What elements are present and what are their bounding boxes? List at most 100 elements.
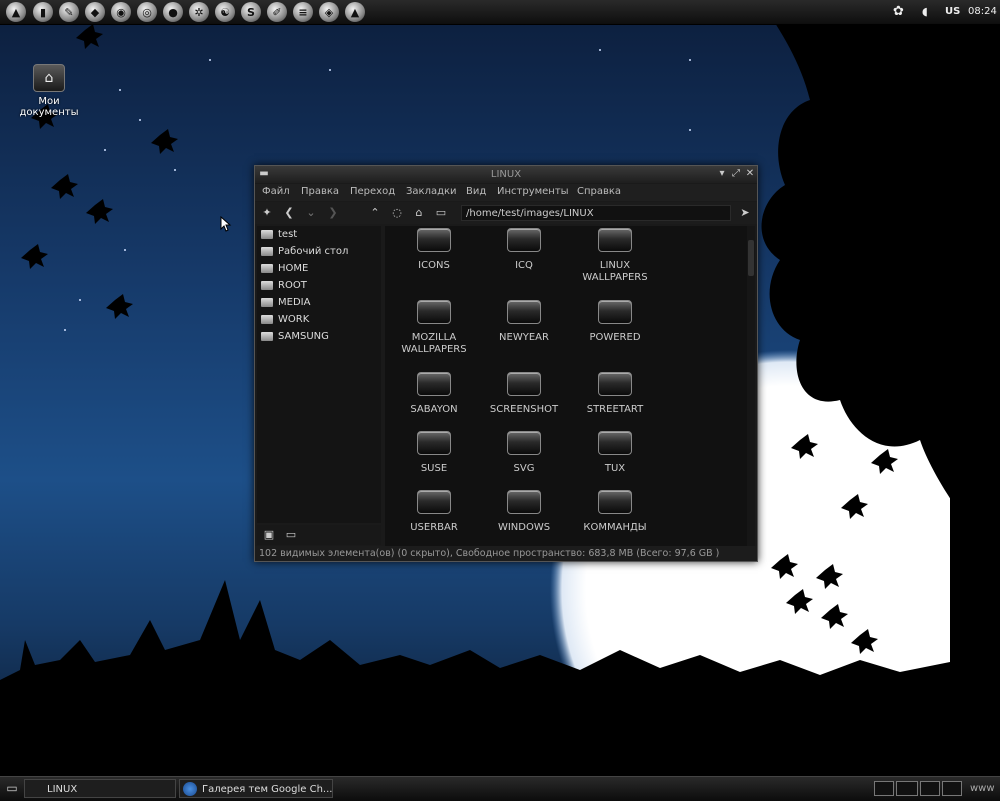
keyboard-layout-indicator[interactable]: US [945,0,960,24]
folder-item[interactable]: SVG [479,431,569,475]
sidebar-item-desktop[interactable]: Рабочий стол [261,244,348,260]
folder-icon [417,372,451,396]
menu-file[interactable]: Файл [262,186,290,197]
sidebar-item-media[interactable]: MEDIA [261,295,310,311]
skype-icon[interactable]: S [241,2,261,22]
sidebar-item-test[interactable]: test [261,227,297,243]
tree-view-icon[interactable]: ▭ [283,527,299,543]
show-desktop-icon[interactable]: ▭ [3,780,21,798]
places-view-icon[interactable]: ▣ [261,527,277,543]
home-icon [261,229,273,239]
go-icon[interactable]: ➤ [737,205,753,221]
sidebar-item-root[interactable]: ROOT [261,278,307,294]
desktop-icon-label: Мои документы [19,96,79,118]
chrome-icon[interactable]: ● [163,2,183,22]
folder-item[interactable]: ICQ [479,228,569,272]
folder-icon [507,372,541,396]
mouse-cursor [220,216,232,232]
menu-help[interactable]: Справка [577,186,621,197]
forward-icon[interactable]: ❯ [325,205,341,221]
folder-item[interactable]: POWERED [570,300,660,344]
drive-icon [261,314,273,324]
home-icon[interactable]: ⌂ [411,205,427,221]
workspace-3[interactable] [920,781,940,796]
mail-icon[interactable]: ≡ [293,2,313,22]
folder-label: ICONS [418,260,450,271]
folder-item[interactable]: MOZILLA WALLPAPERS [389,300,479,356]
menu-go[interactable]: Переход [350,186,395,197]
folder-item[interactable]: WINDOWS [479,490,569,534]
drive-icon [261,297,273,307]
folder-item[interactable]: NEWYEAR [479,300,569,344]
window-menu-icon[interactable]: ▬ [257,167,271,181]
eye-of-gnome-icon[interactable]: ◉ [111,2,131,22]
inkscape-icon[interactable]: ◆ [85,2,105,22]
window-title: LINUX [490,169,522,180]
sidebar-item-home[interactable]: HOME [261,261,308,277]
window-titlebar[interactable]: ▬ LINUX ▾ ⤢ ✕ [255,166,757,183]
file-manager-window: ▬ LINUX ▾ ⤢ ✕ Файл Правка Переход Заклад… [254,165,758,562]
folder-label: SUSE [420,463,448,474]
scrollbar-thumb[interactable] [748,240,754,276]
folder-item[interactable]: TUX [570,431,660,475]
folder-icon [417,300,451,324]
minimize-icon[interactable]: ▾ [715,167,729,181]
folder-item[interactable]: USERBAR [389,490,479,534]
new-tab-icon[interactable]: ✦ [259,205,275,221]
drive-icon [261,280,273,290]
folder-icon [507,228,541,252]
workspace-4[interactable] [942,781,962,796]
task-linux[interactable]: LINUX [24,779,176,798]
terminal-icon[interactable]: ▮ [33,2,53,22]
up-icon[interactable]: ⌃ [367,205,383,221]
volume-icon[interactable]: ◖ [922,0,928,24]
sidebar-item-work[interactable]: WORK [261,312,309,328]
folder-label: КОММАНДЫ [583,522,647,533]
notes-icon[interactable]: ✐ [267,2,287,22]
workspace-2[interactable] [896,781,918,796]
app-menu-icon[interactable]: ▲ [6,2,26,22]
folder-icon [507,300,541,324]
folder-icon [417,228,451,252]
sidebar-item-samsung[interactable]: SAMSUNG [261,329,329,345]
folder-label: POWERED [589,332,641,343]
scrollbar[interactable] [747,226,755,546]
folder-label: SVG [513,463,535,474]
folder-item[interactable]: ICONS [389,228,479,272]
vlc-icon[interactable]: ▲ [345,2,365,22]
menu-edit[interactable]: Правка [301,186,339,197]
clock[interactable]: 08:24 [968,0,997,24]
folder-item[interactable]: STREETART [570,372,660,416]
folder-icon [598,300,632,324]
location-bar[interactable]: /home/test/images/LINUX [461,205,731,221]
top-panel: ▲ ▮ ✎ ◆ ◉ ◎ ● ✲ ☯ S ✐ ≡ ◈ ▲ ✿ ◖ US 08:24 [0,0,1000,25]
back-icon[interactable]: ❮ [281,205,297,221]
settings-icon[interactable]: ✲ [189,2,209,22]
camera-icon[interactable]: ◈ [319,2,339,22]
folder-icon [598,228,632,252]
gimp-icon[interactable]: ✎ [59,2,79,22]
reload-icon[interactable]: ◌ [389,205,405,221]
folder-label: SABAYON [410,404,458,415]
menu-view[interactable]: Вид [466,186,486,197]
blender-icon[interactable]: ◎ [137,2,157,22]
menu-bookmarks[interactable]: Закладки [406,186,457,197]
folder-icon [598,372,632,396]
history-dropdown-icon[interactable]: ⌄ [303,205,319,221]
folder-label: USERBAR [410,522,458,533]
folder-item[interactable]: КОММАНДЫ [570,490,660,534]
system-icon[interactable]: ☯ [215,2,235,22]
folder-item[interactable]: LINUX WALLPAPERS [570,228,660,284]
folder-item[interactable]: SABAYON [389,372,479,416]
maximize-icon[interactable]: ⤢ [729,167,743,181]
desktop-icon-my-documents[interactable]: ⌂ Мои документы [8,64,90,118]
folder-item[interactable]: SUSE [389,431,479,475]
task-chrome[interactable]: Галерея тем Google Ch... [179,779,333,798]
computer-icon[interactable]: ▭ [433,205,449,221]
network-icon[interactable]: ✿ [893,0,904,24]
folder-icon [598,490,632,514]
close-icon[interactable]: ✕ [743,167,757,181]
workspace-1[interactable] [874,781,894,796]
folder-item[interactable]: SCREENSHOT [479,372,569,416]
menu-tools[interactable]: Инструменты [497,186,569,197]
